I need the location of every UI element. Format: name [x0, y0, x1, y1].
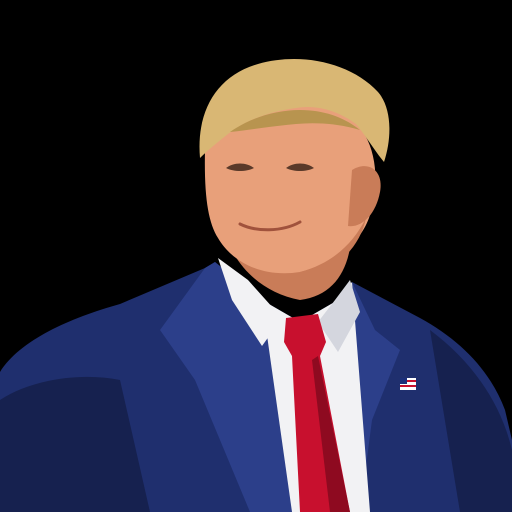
- pin-stripe: [407, 380, 416, 382]
- portrait-canvas: [0, 0, 512, 512]
- flag-lapel-pin-icon: [400, 378, 416, 390]
- pin-stripe: [400, 385, 416, 387]
- portrait-illustration: [0, 0, 512, 512]
- pin-canton: [400, 378, 407, 384]
